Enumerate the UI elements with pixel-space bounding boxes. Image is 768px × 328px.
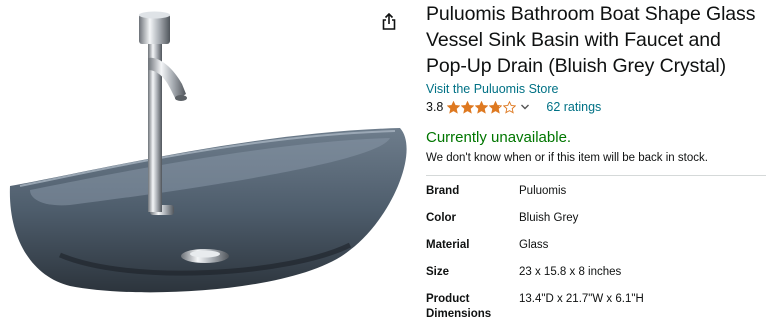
share-icon <box>382 12 396 30</box>
spec-value: 23 x 15.8 x 8 inches <box>519 266 622 278</box>
sink-faucet-image <box>9 11 407 293</box>
availability-note: We don't know when or if this item will … <box>426 152 708 164</box>
store-link[interactable]: Visit the Puluomis Store <box>426 82 766 97</box>
availability-status: Currently unavailable. <box>426 129 572 146</box>
star-icon <box>461 100 475 114</box>
star-icon <box>475 100 489 114</box>
rating-value: 3.8 <box>426 100 444 114</box>
divider <box>426 175 766 176</box>
product-image[interactable] <box>0 0 416 304</box>
spec-row: Color Bluish Grey <box>426 205 644 232</box>
spec-label: Size <box>426 266 450 278</box>
spec-value: Glass <box>519 239 549 251</box>
spec-label: Material <box>426 239 470 251</box>
spec-value: 13.4"D x 21.7"W x 6.1"H <box>519 293 644 305</box>
share-button[interactable] <box>378 10 400 32</box>
spec-row: Product Dimensions 13.4"D x 21.7"W x 6.1… <box>426 286 644 328</box>
spec-value: Puluomis <box>519 185 567 197</box>
star-icon <box>503 100 517 114</box>
star-rating[interactable] <box>447 100 517 114</box>
star-icon <box>447 100 461 114</box>
spec-value: Bluish Grey <box>519 212 579 224</box>
spec-label: Product Dimensions <box>426 293 492 320</box>
chevron-down-icon[interactable] <box>520 102 530 112</box>
star-icon <box>489 100 503 114</box>
product-info: Puluomis Bathroom Boat Shape Glass Vesse… <box>426 0 766 328</box>
spec-label: Brand <box>426 185 460 197</box>
ratings-count-link[interactable]: 62 ratings <box>546 100 601 114</box>
product-specs-table: Brand Puluomis Color Bluish Grey Materia… <box>426 178 644 328</box>
spec-row: Size 23 x 15.8 x 8 inches <box>426 259 644 286</box>
rating-row: 3.8 62 ratings <box>426 99 766 115</box>
spec-label: Color <box>426 212 457 224</box>
spec-row: Material Glass <box>426 232 644 259</box>
spec-row: Brand Puluomis <box>426 178 644 205</box>
product-title: Puluomis Bathroom Boat Shape Glass Vesse… <box>426 3 756 77</box>
